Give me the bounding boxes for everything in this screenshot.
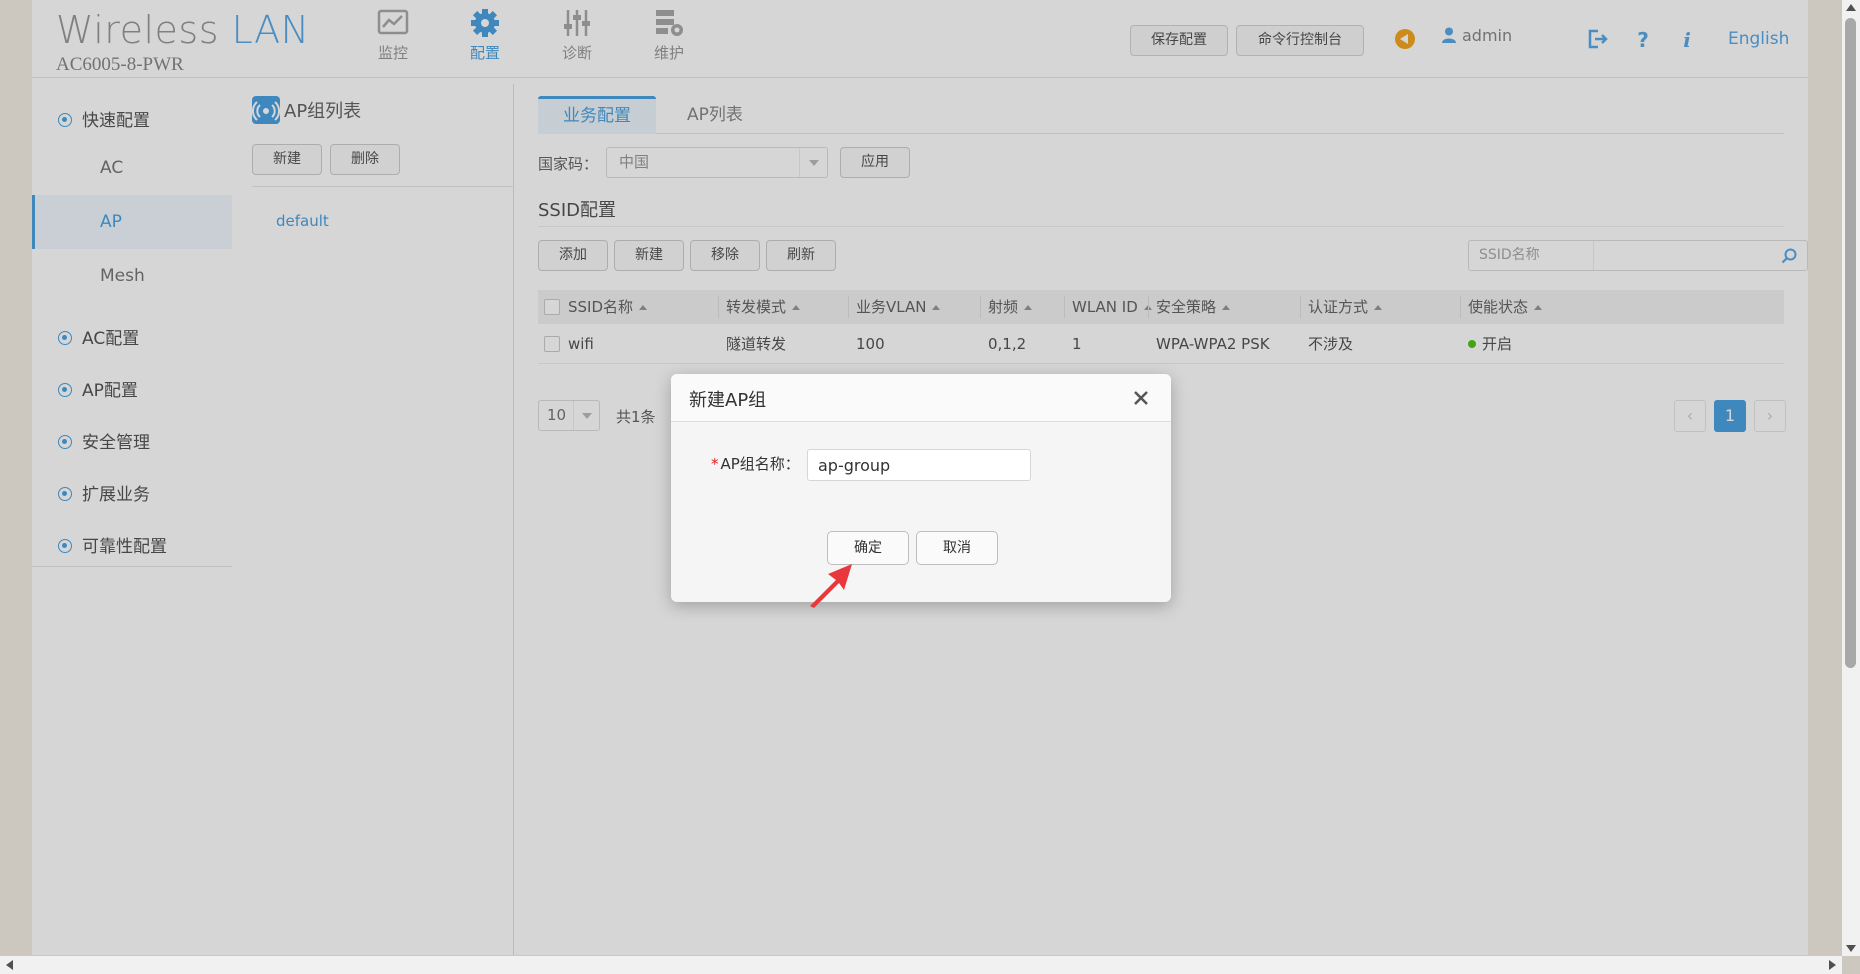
scroll-thumb[interactable] <box>1845 18 1856 668</box>
required-mark: * <box>711 455 719 473</box>
new-ap-group-dialog: 新建AP组 *AP组名称： 确定 取消 <box>671 374 1171 602</box>
dialog-header: 新建AP组 <box>671 374 1171 422</box>
scroll-up-icon[interactable] <box>1846 4 1856 11</box>
pointer-arrow-icon <box>810 564 852 608</box>
ap-group-name-label-text: AP组名称： <box>720 455 800 473</box>
scroll-left-icon[interactable] <box>6 960 13 970</box>
scroll-right-icon[interactable] <box>1829 960 1836 970</box>
ap-group-name-label: * AP组名称： <box>711 453 800 474</box>
cancel-button[interactable]: 取消 <box>916 531 998 565</box>
ap-group-name-input[interactable] <box>807 449 1031 481</box>
close-icon[interactable] <box>1129 386 1153 410</box>
scroll-down-icon[interactable] <box>1846 945 1856 952</box>
vertical-scrollbar[interactable] <box>1842 0 1860 956</box>
dialog-title: 新建AP组 <box>689 390 767 411</box>
horizontal-scrollbar[interactable] <box>0 956 1842 974</box>
